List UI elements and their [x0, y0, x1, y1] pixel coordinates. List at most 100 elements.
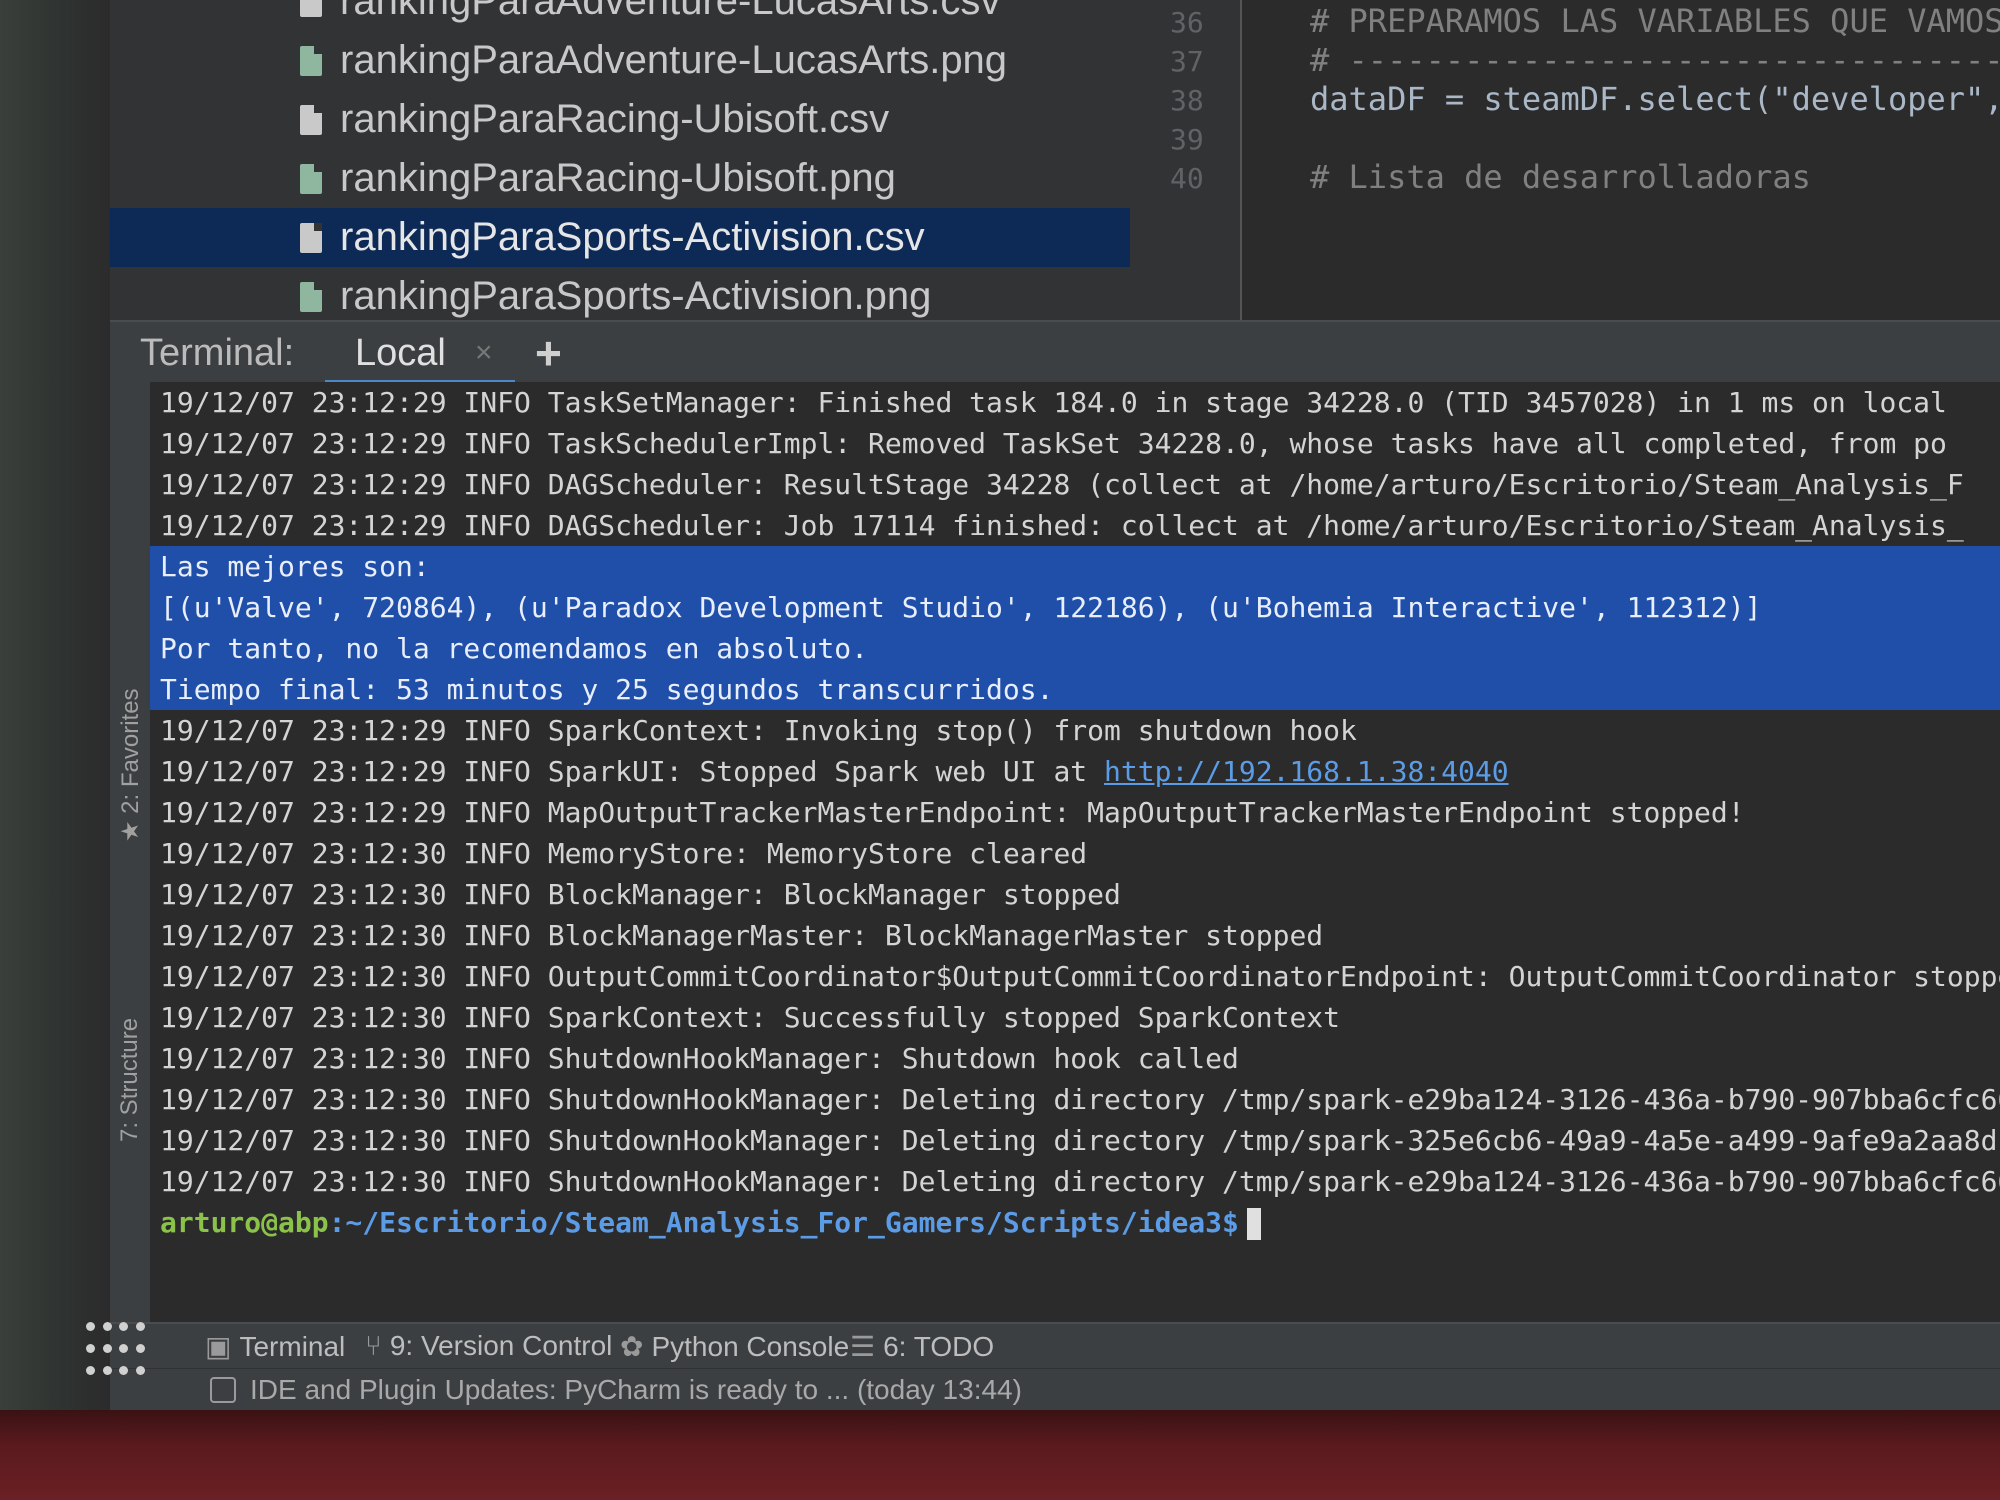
- csv-file-icon: [300, 222, 322, 253]
- terminal-line: 19/12/07 23:12:29 INFO SparkContext: Inv…: [150, 710, 2000, 751]
- apps-grid-icon[interactable]: [86, 1322, 146, 1382]
- code-line: dataDF = steamDF.select("developer", ": [1310, 80, 2000, 118]
- terminal-cursor: [1246, 1208, 1261, 1240]
- tab-local[interactable]: Local ×: [325, 322, 515, 386]
- tool-window-python-console[interactable]: ✿ Python Console: [620, 1330, 849, 1363]
- terminal-line-text: 19/12/07 23:12:29 INFO SparkUI: Stopped …: [160, 755, 1105, 788]
- terminal-line: 19/12/07 23:12:30 INFO BlockManagerMaste…: [150, 915, 2000, 956]
- status-message-icon: [210, 1377, 236, 1403]
- status-text[interactable]: IDE and Plugin Updates: PyCharm is ready…: [250, 1374, 1022, 1406]
- tool-window-terminal[interactable]: ▣ Terminal: [205, 1330, 345, 1363]
- terminal-title: Terminal:: [140, 332, 295, 374]
- terminal-line-text: 19/12/07 23:12:29 INFO MapOutputTrackerM…: [160, 796, 1745, 829]
- terminal-line: 19/12/07 23:12:30 INFO BlockManager: Blo…: [150, 874, 2000, 915]
- favorites-tool-button[interactable]: ★ 2: Favorites: [116, 688, 145, 842]
- file-name: rankingParaAdventure-LucasArts.csv: [340, 0, 1001, 23]
- ide-window: rankingParaAdventure-LucasArts.csv rankin…: [0, 0, 2000, 1410]
- terminal-line: 19/12/07 23:12:30 INFO ShutdownHookManag…: [150, 1079, 2000, 1120]
- line-number: 39: [1170, 123, 1204, 156]
- terminal-line: 19/12/07 23:12:29 INFO SparkUI: Stopped …: [150, 751, 2000, 792]
- code-line: # PREPARAMOS LAS VARIABLES QUE VAMOS A: [1310, 2, 2000, 40]
- terminal-line: 19/12/07 23:12:30 INFO ShutdownHookManag…: [150, 1161, 2000, 1202]
- terminal-line-text: Tiempo final: 53 minutos y 25 segundos t…: [160, 673, 1054, 706]
- file-name: rankingParaRacing-Ubisoft.png: [340, 156, 896, 200]
- add-terminal-icon[interactable]: +: [535, 326, 562, 380]
- left-edge: [0, 0, 110, 1410]
- terminal-line-text: 19/12/07 23:12:30 INFO OutputCommitCoord…: [160, 960, 2000, 993]
- terminal-line: 19/12/07 23:12:29 INFO TaskSetManager: F…: [150, 382, 2000, 423]
- status-bar: IDE and Plugin Updates: PyCharm is ready…: [110, 1368, 2000, 1410]
- tool-window-label: Terminal: [239, 1331, 346, 1362]
- tool-window-bar: ▣ Terminal ⑂ 9: Version Control ✿ Python Cons…: [110, 1322, 2000, 1370]
- file-name: rankingParaSports-Activision.png: [340, 274, 932, 318]
- terminal-line: 19/12/07 23:12:30 INFO ShutdownHookManag…: [150, 1120, 2000, 1161]
- prompt-user: arturo@abp: [160, 1206, 329, 1239]
- terminal-line-text: [(u'Valve', 720864), (u'Paradox Developm…: [160, 591, 1762, 624]
- file-item[interactable]: rankingParaAdventure-LucasArts.csv: [110, 0, 1130, 31]
- terminal-line-text: 19/12/07 23:12:30 INFO SparkContext: Suc…: [160, 1001, 1341, 1034]
- file-item[interactable]: rankingParaAdventure-LucasArts.png: [110, 31, 1130, 90]
- file-name: rankingParaSports-Activision.csv: [340, 215, 925, 259]
- side-tool-strip: ★ 2: Favorites 7: Structure: [110, 382, 150, 1322]
- file-list: rankingParaAdventure-LucasArts.csv rankin…: [110, 0, 1130, 320]
- line-number: 37: [1170, 45, 1204, 78]
- terminal-line-text: 19/12/07 23:12:30 INFO ShutdownHookManag…: [160, 1083, 2000, 1116]
- png-file-icon: [300, 163, 322, 194]
- python-console-icon: ✿: [620, 1331, 644, 1362]
- tool-window-label: 9: Version Control: [389, 1330, 613, 1361]
- terminal-line-text: 19/12/07 23:12:30 INFO ShutdownHookManag…: [160, 1165, 2000, 1198]
- terminal-line-text: 19/12/07 23:12:30 INFO ShutdownHookManag…: [160, 1124, 2000, 1157]
- line-number: 38: [1170, 84, 1204, 117]
- close-icon[interactable]: ×: [475, 336, 493, 370]
- terminal-line-text: Por tanto, no la recomendamos en absolut…: [160, 632, 869, 665]
- prompt-path: :~/Escritorio/Steam_Analysis_For_Gamers/…: [328, 1206, 1239, 1239]
- terminal-line-text: 19/12/07 23:12:30 INFO BlockManagerMaste…: [160, 919, 1324, 952]
- terminal-line-text: 19/12/07 23:12:29 INFO DAGScheduler: Res…: [160, 468, 1964, 501]
- tool-window-version-control[interactable]: ⑂ 9: Version Control: [365, 1330, 612, 1362]
- terminal-output[interactable]: 19/12/07 23:12:29 INFO TaskSetManager: F…: [150, 382, 2000, 1322]
- terminal-line: 19/12/07 23:12:30 INFO MemoryStore: Memo…: [150, 833, 2000, 874]
- spark-ui-link[interactable]: http://192.168.1.38:4040: [1104, 755, 1509, 788]
- file-item[interactable]: rankingParaRacing-Ubisoft.png: [110, 149, 1130, 208]
- project-panel: rankingParaAdventure-LucasArts.csv rankin…: [110, 0, 1130, 320]
- line-number: 36: [1170, 6, 1204, 39]
- terminal-selected-line: [(u'Valve', 720864), (u'Paradox Developm…: [150, 587, 2000, 628]
- terminal-selected-line: Por tanto, no la recomendamos en absolut…: [150, 628, 2000, 669]
- png-file-icon: [300, 45, 322, 76]
- file-item[interactable]: rankingParaRacing-Ubisoft.csv: [110, 90, 1130, 149]
- file-item[interactable]: rankingParaSports-Activision.csv: [110, 208, 1130, 267]
- tool-window-label: 6: TODO: [883, 1331, 995, 1362]
- tab-local-label: Local: [355, 332, 446, 374]
- terminal-line-text: 19/12/07 23:12:30 INFO MemoryStore: Memo…: [160, 837, 1088, 870]
- code-line: # -----------------------------------: [1310, 41, 2000, 79]
- terminal-line-text: 19/12/07 23:12:29 INFO DAGScheduler: Job…: [160, 509, 1964, 542]
- terminal-line-text: Las mejores son:: [160, 550, 430, 583]
- file-name: rankingParaRacing-Ubisoft.csv: [340, 97, 890, 141]
- terminal-icon: ▣: [205, 1331, 232, 1362]
- tool-window-label: Python Console: [651, 1331, 850, 1362]
- terminal-line: 19/12/07 23:12:29 INFO DAGScheduler: Res…: [150, 464, 2000, 505]
- csv-file-icon: [300, 0, 322, 17]
- line-number: 40: [1170, 162, 1204, 195]
- terminal-line: 19/12/07 23:12:30 INFO ShutdownHookManag…: [150, 1038, 2000, 1079]
- version-control-icon: ⑂: [365, 1330, 382, 1361]
- terminal-line-text: 19/12/07 23:12:29 INFO SparkContext: Inv…: [160, 714, 1357, 747]
- terminal-line-text: 19/12/07 23:12:29 INFO TaskSetManager: F…: [160, 386, 1947, 419]
- code-line: # Lista de desarrolladoras: [1310, 158, 1811, 196]
- monitor-bezel: [0, 1410, 2000, 1500]
- terminal-tab-bar: Terminal: Local × +: [110, 320, 2000, 386]
- file-name: rankingParaAdventure-LucasArts.png: [340, 38, 1008, 82]
- terminal-line: 19/12/07 23:12:29 INFO DAGScheduler: Job…: [150, 505, 2000, 546]
- terminal-selected-line: Tiempo final: 53 minutos y 25 segundos t…: [150, 669, 2000, 710]
- tool-window-todo[interactable]: ☰ 6: TODO: [850, 1330, 994, 1363]
- structure-tool-button[interactable]: 7: Structure: [116, 1018, 144, 1142]
- code-editor[interactable]: 36 # PREPARAMOS LAS VARIABLES QUE VAMOS A…: [1130, 0, 2000, 320]
- terminal-line: 19/12/07 23:12:29 INFO MapOutputTrackerM…: [150, 792, 2000, 833]
- png-file-icon: [300, 281, 322, 312]
- file-item[interactable]: rankingParaSports-Activision.png: [110, 267, 1130, 320]
- terminal-line-text: 19/12/07 23:12:29 INFO TaskSchedulerImpl…: [160, 427, 1947, 460]
- terminal-prompt[interactable]: arturo@abp:~/Escritorio/Steam_Analysis_F…: [150, 1202, 2000, 1243]
- terminal-line-text: 19/12/07 23:12:30 INFO ShutdownHookManag…: [160, 1042, 1239, 1075]
- terminal-line: 19/12/07 23:12:29 INFO TaskSchedulerImpl…: [150, 423, 2000, 464]
- csv-file-icon: [300, 104, 322, 135]
